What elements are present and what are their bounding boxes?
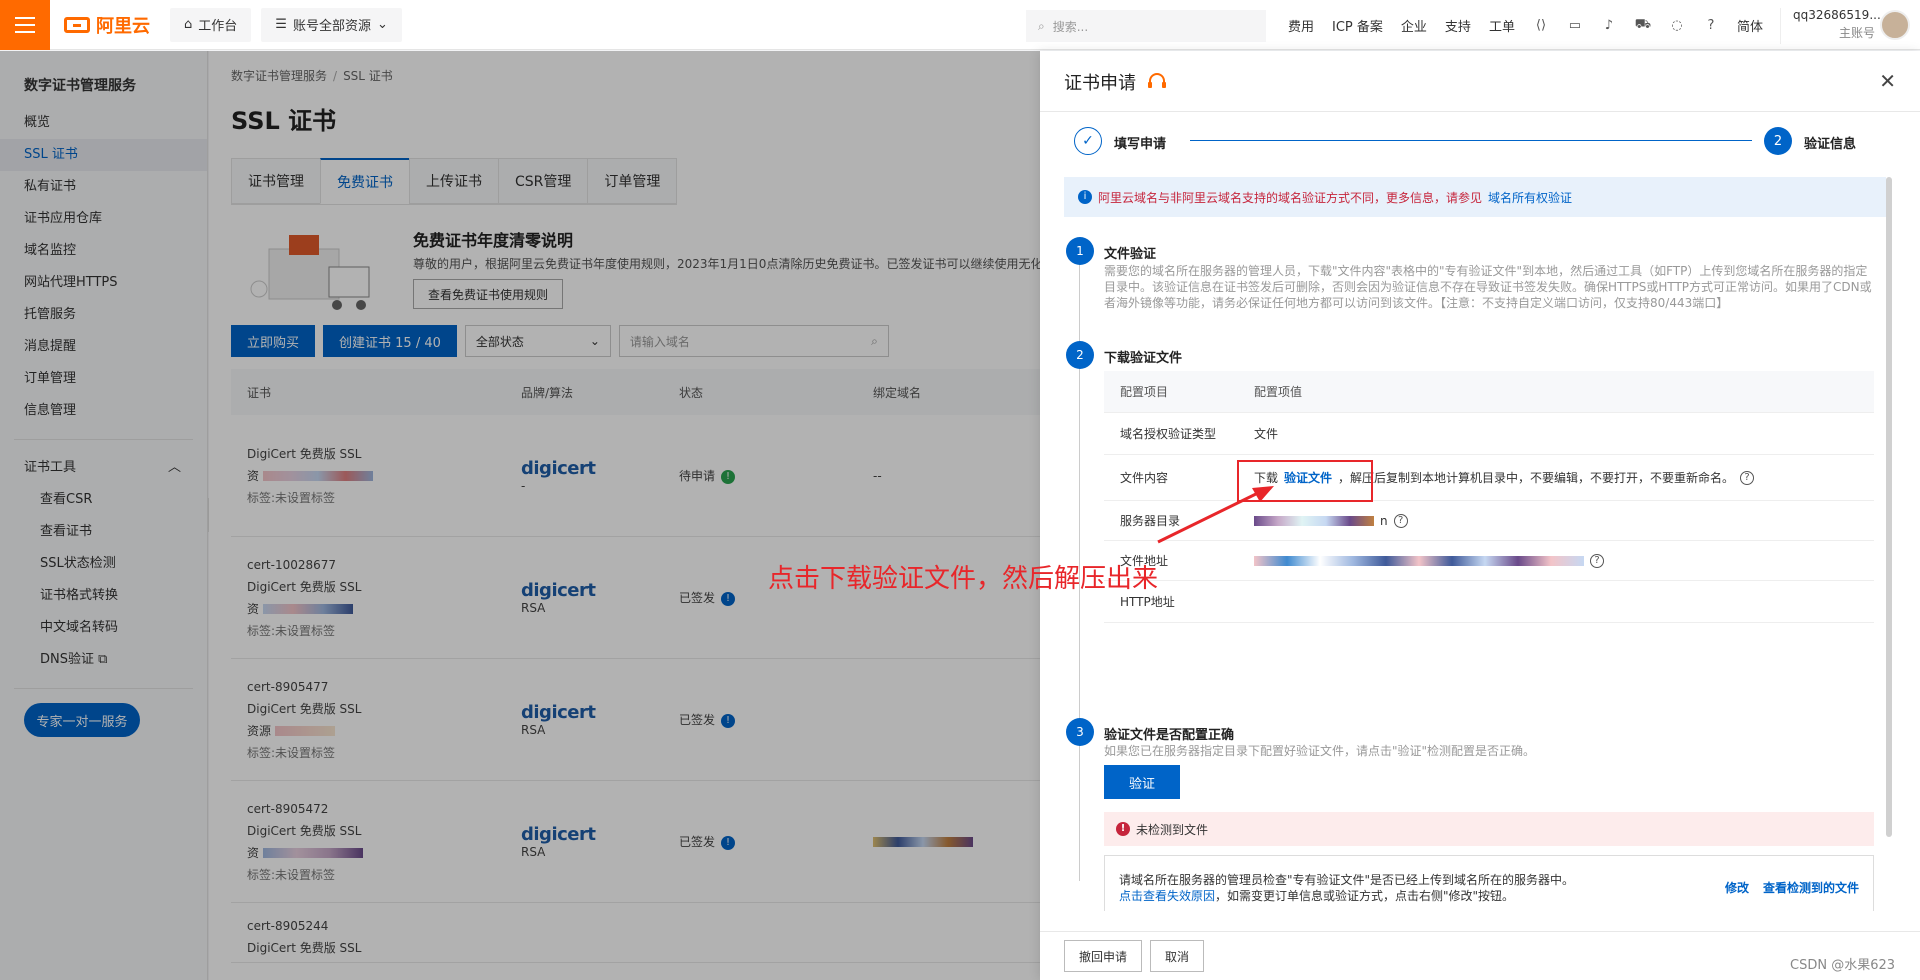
- table-row: 域名授权验证类型 文件: [1104, 413, 1874, 455]
- step-2-number: 2: [1764, 127, 1792, 155]
- code-icon[interactable]: ⟨⟩: [1533, 17, 1549, 33]
- watermark: CSDN @水果623: [1790, 958, 1896, 973]
- search-icon: ⌕: [1038, 18, 1045, 33]
- alert-link[interactable]: 域名所有权验证: [1488, 189, 1572, 206]
- error-text: 未检测到文件: [1136, 822, 1209, 837]
- language-switch[interactable]: 简体: [1737, 16, 1763, 35]
- help-icon[interactable]: ?: [1703, 17, 1719, 33]
- dir-value: n: [1380, 513, 1388, 528]
- headset-icon[interactable]: [1146, 71, 1168, 93]
- error-icon: !: [1116, 822, 1130, 836]
- chevron-down-icon: ⌄: [376, 17, 388, 32]
- drawer-title: 证书申请: [1064, 69, 1168, 95]
- step-2-label: 验证信息: [1804, 137, 1857, 152]
- resources-label: 账号全部资源: [292, 19, 371, 34]
- help-icon[interactable]: ?: [1740, 470, 1755, 485]
- alert-text: 阿里云域名与非阿里云域名支持的域名验证方式不同，更多信息，请参见: [1098, 190, 1483, 205]
- info-alert: i 阿里云域名与非阿里云域名支持的域名验证方式不同，更多信息，请参见 域名所有权验…: [1064, 177, 1886, 217]
- http-key: HTTP地址: [1120, 595, 1175, 609]
- type-key: 域名授权验证类型: [1120, 427, 1217, 441]
- withdraw-button[interactable]: 撤回申请: [1064, 940, 1143, 972]
- aliyun-logo[interactable]: 阿里云: [64, 12, 150, 38]
- section-3-desc: 如果您已在服务器指定目录下配置好验证文件，请点击"验证"检测配置是否正确。: [1104, 744, 1536, 758]
- avatar[interactable]: [1880, 10, 1910, 40]
- list-icon: ☰: [275, 17, 287, 32]
- account-menu[interactable]: qq32686519... 主账号: [1780, 8, 1920, 44]
- modal-overlay[interactable]: [0, 51, 1040, 980]
- section-1-desc: 需要您的域名所在服务器的管理人员，下载"文件内容"表格中的"专有验证文件"到本地…: [1104, 264, 1872, 310]
- check-icon: ✓: [1074, 127, 1102, 155]
- section-2-number: 2: [1066, 341, 1094, 369]
- type-value: 文件: [1254, 427, 1279, 441]
- cancel-button[interactable]: 取消: [1150, 940, 1205, 972]
- help-icon[interactable]: ?: [1590, 553, 1604, 568]
- drawer-divider: [1040, 111, 1920, 112]
- redacted-block: [1254, 555, 1584, 566]
- section-3-title: 验证文件是否配置正确: [1104, 728, 1235, 743]
- global-search-input[interactable]: ⌕ 搜索...: [1026, 10, 1266, 42]
- link-cost[interactable]: 费用: [1288, 16, 1314, 35]
- terminal-icon[interactable]: ▭: [1567, 17, 1583, 33]
- col-value: 配置项值: [1254, 385, 1303, 399]
- drawer-footer: 撤回申请 取消: [1040, 931, 1920, 980]
- table-header: 配置项目 配置项值: [1104, 371, 1874, 413]
- steps: ✓ 填写申请 2 验证信息: [1074, 125, 1896, 161]
- step-connector: [1190, 140, 1752, 141]
- modify-link[interactable]: 修改: [1725, 880, 1749, 896]
- link-enterprise[interactable]: 企业: [1401, 16, 1427, 35]
- home-icon: ⌂: [184, 17, 193, 32]
- logo-text: 阿里云: [96, 15, 150, 37]
- content-suffix: ，解压后复制到本地计算机目录中，不要编辑，不要打开，不要重新命名。: [1338, 471, 1735, 485]
- step-1-label: 填写申请: [1114, 137, 1167, 152]
- section-1-number: 1: [1066, 237, 1094, 265]
- col-item: 配置项目: [1120, 385, 1169, 399]
- top-links: 费用 ICP 备案 企业 支持 工单 ⟨⟩ ▭ ♪ ⛟ ◌ ? 简体: [1288, 0, 1763, 50]
- bulb-icon[interactable]: ◌: [1669, 17, 1685, 33]
- error-detail-box: 请域名所在服务器的管理员检查"专有验证文件"是否已经上传到域名所在的服务器中。 …: [1104, 855, 1874, 911]
- search-placeholder: 搜索...: [1052, 19, 1089, 34]
- link-support[interactable]: 支持: [1445, 16, 1471, 35]
- annotation-arrow-icon: [1157, 486, 1274, 544]
- close-icon[interactable]: ✕: [1879, 69, 1896, 93]
- error-detail-line2: ，如需变更订单信息或验证方式，点击右侧"修改"按钮。: [1215, 889, 1515, 903]
- section-2-title: 下载验证文件: [1104, 351, 1183, 366]
- annotation-text: 点击下载验证文件，然后解压出来: [768, 564, 1159, 594]
- scrollbar[interactable]: [1886, 177, 1892, 837]
- cart-icon[interactable]: ⛟: [1635, 17, 1651, 33]
- verify-button[interactable]: 验证: [1104, 765, 1180, 799]
- logo-mark-icon: [64, 16, 90, 33]
- view-detected-file-link[interactable]: 查看检测到的文件: [1763, 880, 1859, 896]
- error-alert: ! 未检测到文件: [1104, 812, 1874, 846]
- info-icon: i: [1078, 190, 1092, 204]
- bell-icon[interactable]: ♪: [1601, 17, 1617, 33]
- workbench-button[interactable]: ⌂ 工作台: [170, 7, 252, 42]
- section-1-title: 文件验证: [1104, 247, 1157, 262]
- resources-dropdown[interactable]: ☰ 账号全部资源 ⌄: [261, 7, 402, 42]
- workbench-label: 工作台: [198, 19, 238, 34]
- failure-reason-link[interactable]: 点击查看失效原因: [1119, 889, 1215, 903]
- drawer-title-text: 证书申请: [1064, 73, 1136, 94]
- link-icp[interactable]: ICP 备案: [1332, 16, 1383, 35]
- link-ticket[interactable]: 工单: [1489, 16, 1515, 35]
- help-icon[interactable]: ?: [1393, 513, 1408, 528]
- section-3-number: 3: [1066, 718, 1094, 746]
- menu-icon[interactable]: [0, 0, 50, 50]
- table-row: HTTP地址: [1104, 581, 1874, 623]
